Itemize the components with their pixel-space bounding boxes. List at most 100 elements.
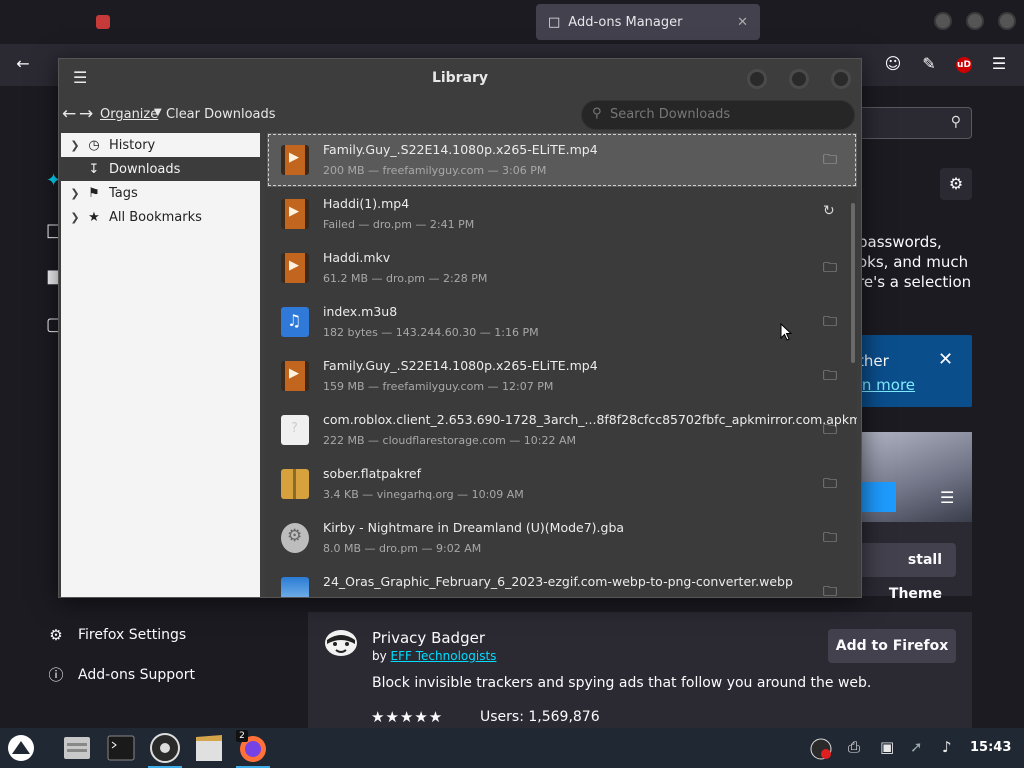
- banner-learn-more-link[interactable]: rn more: [856, 376, 915, 394]
- list-item[interactable]: Kirby - Nightmare in Dreamland (U)(Mode7…: [267, 511, 857, 565]
- back-arrow-icon[interactable]: ←: [62, 104, 76, 124]
- banner-text: ther: [858, 352, 889, 370]
- addon-title[interactable]: Privacy Badger: [372, 629, 485, 647]
- badger-logo-icon: [325, 630, 357, 656]
- folder-icon[interactable]: 🗀: [823, 419, 837, 443]
- addon-author-link[interactable]: EFF Technologists: [391, 649, 497, 663]
- addons-support-link[interactable]: ⓘ Add-ons Support: [46, 664, 195, 685]
- download-filename: Haddi.mkv: [323, 250, 391, 265]
- folder-icon[interactable]: 🗀: [823, 149, 837, 173]
- sidebar-item-downloads[interactable]: ↧ Downloads: [61, 157, 260, 181]
- minimize-button[interactable]: [934, 12, 952, 30]
- sidebar-item-label: All Bookmarks: [109, 209, 202, 225]
- sidebar-item-label: History: [109, 137, 156, 153]
- tab-addons-manager[interactable]: □ Add-ons Manager ✕: [536, 4, 760, 40]
- audio-file-icon: [281, 307, 309, 337]
- ublock-origin-icon[interactable]: uD: [956, 57, 972, 73]
- addon-rating-stars: ★★★★★: [371, 708, 444, 726]
- list-item[interactable]: Family.Guy_.S22E14.1080p.x265-ELiTE.mp4 …: [267, 133, 857, 187]
- folder-icon[interactable]: 🗀: [823, 473, 837, 497]
- terminal-icon[interactable]: [104, 731, 138, 765]
- unknown-file-icon: [281, 415, 309, 445]
- sidebar-item-tags[interactable]: ❯ ⚑ Tags: [61, 181, 260, 205]
- downloads-scrollbar[interactable]: [851, 203, 855, 363]
- clock[interactable]: 15:43: [970, 740, 1011, 755]
- add-to-firefox-button[interactable]: Add to Firefox: [828, 629, 956, 663]
- privacy-badger-card: Privacy Badger by EFF Technologists Bloc…: [308, 612, 972, 728]
- video-file-icon: [281, 253, 309, 283]
- network-icon[interactable]: ➚: [910, 738, 923, 756]
- tab-background-1[interactable]: [96, 4, 110, 40]
- obs-tray-icon[interactable]: [810, 738, 832, 764]
- chevron-down-icon[interactable]: ▼: [154, 107, 162, 118]
- folder-icon[interactable]: 🗀: [823, 365, 837, 389]
- list-item[interactable]: 24_Oras_Graphic_February_6_2023-ezgif.co…: [267, 565, 857, 597]
- library-window: ☰ Library ← → Organize ▼ Clear Downloads…: [58, 58, 862, 598]
- help-icon: ⓘ: [48, 666, 64, 684]
- sidebar-item-label: Downloads: [109, 161, 181, 177]
- by-prefix: by: [372, 649, 387, 663]
- taskbar: 2 ⎙ ▣ ➚ ♪ 15:43: [0, 728, 1024, 768]
- gear-icon[interactable]: ⚙: [940, 168, 972, 200]
- sidebar-item-label: Tags: [109, 185, 138, 201]
- download-status: 159 MB — freefamilyguy.com — 12:07 PM: [323, 380, 554, 393]
- install-theme-button[interactable]: stall Theme: [858, 543, 956, 602]
- folder-icon[interactable]: 🗀: [823, 581, 837, 597]
- list-item[interactable]: Haddi(1).mp4 Failed — dro.pm — 2:41 PM ↻: [267, 187, 857, 241]
- audio-icon[interactable]: ♪: [942, 738, 952, 756]
- printer-icon[interactable]: ⎙: [848, 738, 860, 756]
- downloads-list: Family.Guy_.S22E14.1080p.x265-ELiTE.mp4 …: [265, 133, 857, 597]
- hamburger-menu-icon[interactable]: ☰: [988, 54, 1010, 73]
- library-minimize-button[interactable]: [747, 69, 767, 89]
- firefox-settings-link[interactable]: ⚙ Firefox Settings: [46, 626, 186, 644]
- chevron-right-icon[interactable]: ❯: [67, 139, 83, 152]
- sidebar-item-all-bookmarks[interactable]: ❯ ★ All Bookmarks: [61, 205, 260, 229]
- obs-studio-icon[interactable]: [148, 731, 182, 768]
- list-item[interactable]: Family.Guy_.S22E14.1080p.x265-ELiTE.mp4 …: [267, 349, 857, 403]
- tab-close-icon[interactable]: ✕: [737, 15, 748, 30]
- folder-icon[interactable]: 🗀: [823, 257, 837, 281]
- download-filename: com.roblox.client_2.653.690-1728_3arch_.…: [323, 412, 857, 427]
- app-launcher-icon[interactable]: [4, 731, 38, 765]
- chevron-right-icon[interactable]: ❯: [67, 187, 83, 200]
- download-filename: Kirby - Nightmare in Dreamland (U)(Mode7…: [323, 520, 625, 535]
- folder-icon[interactable]: 🗀: [823, 527, 837, 551]
- retry-icon[interactable]: ↻: [823, 203, 835, 219]
- search-downloads-input[interactable]: [610, 107, 840, 122]
- account-icon[interactable]: ☺: [882, 54, 904, 73]
- library-maximize-button[interactable]: [789, 69, 809, 89]
- back-arrow-icon[interactable]: ←: [12, 54, 34, 73]
- desktop: □ Add-ons Manager ✕ ← ☺ ✎ uD ☰ ⚲ ⚙ passw…: [0, 0, 1024, 768]
- download-filename: Family.Guy_.S22E14.1080p.x265-ELiTE.mp4: [323, 358, 598, 373]
- firefox-window-count-badge: 2: [236, 730, 248, 742]
- display-icon[interactable]: ▣: [880, 738, 894, 756]
- addon-description: Block invisible trackers and spying ads …: [372, 675, 872, 691]
- list-item[interactable]: com.roblox.client_2.653.690-1728_3arch_.…: [267, 403, 857, 457]
- list-item[interactable]: Haddi.mkv 61.2 MB — dro.pm — 2:28 PM 🗀: [267, 241, 857, 295]
- promo-banner: ther rn more ✕: [850, 335, 972, 407]
- banner-close-icon[interactable]: ✕: [938, 349, 953, 370]
- download-status: 200 MB — freefamilyguy.com — 3:06 PM: [323, 164, 547, 177]
- library-close-button[interactable]: [831, 69, 851, 89]
- maximize-button[interactable]: [966, 12, 984, 30]
- theme-preview-image: ☰: [850, 432, 972, 522]
- addons-support-label: Add-ons Support: [78, 666, 195, 683]
- library-toolbar: ← → Organize ▼ Clear Downloads ⚲: [59, 99, 861, 131]
- clock-icon: ◷: [88, 137, 100, 153]
- extensions-icon[interactable]: ✎: [918, 54, 940, 73]
- download-filename: index.m3u8: [323, 304, 398, 319]
- list-item[interactable]: index.m3u8 182 bytes — 143.244.60.30 — 1…: [267, 295, 857, 349]
- download-status: 61.2 MB — dro.pm — 2:28 PM: [323, 272, 488, 285]
- folder-icon[interactable]: 🗀: [823, 311, 837, 335]
- addon-users-count: Users: 1,569,876: [480, 709, 600, 725]
- file-manager-icon[interactable]: [60, 731, 94, 765]
- list-item[interactable]: sober.flatpakref 3.4 KB — vinegarhq.org …: [267, 457, 857, 511]
- search-downloads-field[interactable]: ⚲: [581, 100, 855, 130]
- close-window-button[interactable]: [998, 12, 1016, 30]
- clear-downloads-button[interactable]: Clear Downloads: [166, 107, 276, 122]
- chevron-right-icon[interactable]: ❯: [67, 211, 83, 224]
- sidebar-item-history[interactable]: ❯ ◷ History: [61, 133, 260, 157]
- organize-menu-button[interactable]: Organize: [100, 107, 158, 122]
- forward-arrow-icon[interactable]: →: [79, 104, 93, 124]
- video-editor-icon[interactable]: [192, 731, 226, 765]
